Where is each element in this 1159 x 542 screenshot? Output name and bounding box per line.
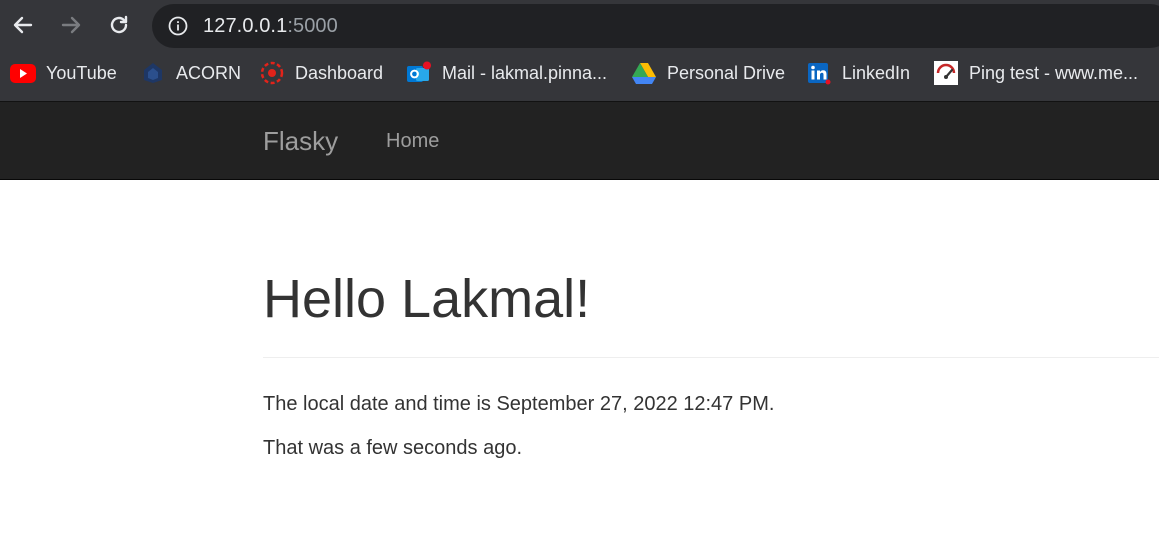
back-button[interactable] <box>9 10 37 40</box>
bookmark-label: Ping test - www.me... <box>969 62 1139 83</box>
bookmark-label: ACORN <box>176 62 242 83</box>
url-text[interactable]: 127.0.0.1:5000 <box>203 15 338 38</box>
address-bar[interactable]: 127.0.0.1:5000 <box>152 4 1159 48</box>
ping-test-icon <box>933 61 959 85</box>
youtube-icon <box>10 61 36 85</box>
bookmark-label: Personal Drive <box>667 62 786 83</box>
acorn-icon <box>140 61 166 85</box>
reload-button[interactable] <box>105 10 133 40</box>
bookmark-youtube[interactable]: YouTube <box>10 52 117 94</box>
site-navbar: Flasky Home <box>0 101 1159 180</box>
bookmark-label: YouTube <box>46 62 117 83</box>
linkedin-icon <box>806 61 832 85</box>
bookmark-linkedin[interactable]: LinkedIn <box>806 52 910 94</box>
relative-time-text: That was a few seconds ago. <box>263 437 523 459</box>
arrow-right-icon <box>59 13 83 37</box>
url-host: 127.0.0.1 <box>203 15 288 37</box>
nav-link-home[interactable]: Home <box>386 130 439 153</box>
google-drive-icon <box>631 61 657 85</box>
forward-button[interactable] <box>57 10 85 40</box>
arrow-left-icon <box>11 13 35 37</box>
bookmark-label: Mail - lakmal.pinna... <box>442 62 608 83</box>
page-header: Hello Lakmal! <box>263 268 1159 358</box>
reload-icon <box>107 13 131 37</box>
bookmark-label: LinkedIn <box>842 62 911 83</box>
page-title: Hello Lakmal! <box>263 269 591 329</box>
bookmark-label: Dashboard <box>295 62 384 83</box>
navbar-brand-link[interactable]: Flasky <box>263 126 338 157</box>
url-port: :5000 <box>287 15 338 37</box>
bookmark-dashboard[interactable]: Dashboard <box>259 52 383 94</box>
bookmark-acorn[interactable]: ACORN <box>140 52 241 94</box>
info-icon[interactable] <box>168 16 188 41</box>
outlook-icon <box>406 61 432 85</box>
bookmark-mail[interactable]: Mail - lakmal.pinna... <box>406 52 607 94</box>
bookmarks-bar: YouTube ACORN Dashboard Mail - lakmal.pi… <box>0 52 1159 101</box>
bookmark-ping-test[interactable]: Ping test - www.me... <box>933 52 1138 94</box>
dashboard-icon <box>259 61 285 85</box>
browser-toolbar: 127.0.0.1:5000 <box>0 0 1159 52</box>
bookmark-personal-drive[interactable]: Personal Drive <box>631 52 785 94</box>
local-time-text: The local date and time is September 27,… <box>263 393 775 415</box>
